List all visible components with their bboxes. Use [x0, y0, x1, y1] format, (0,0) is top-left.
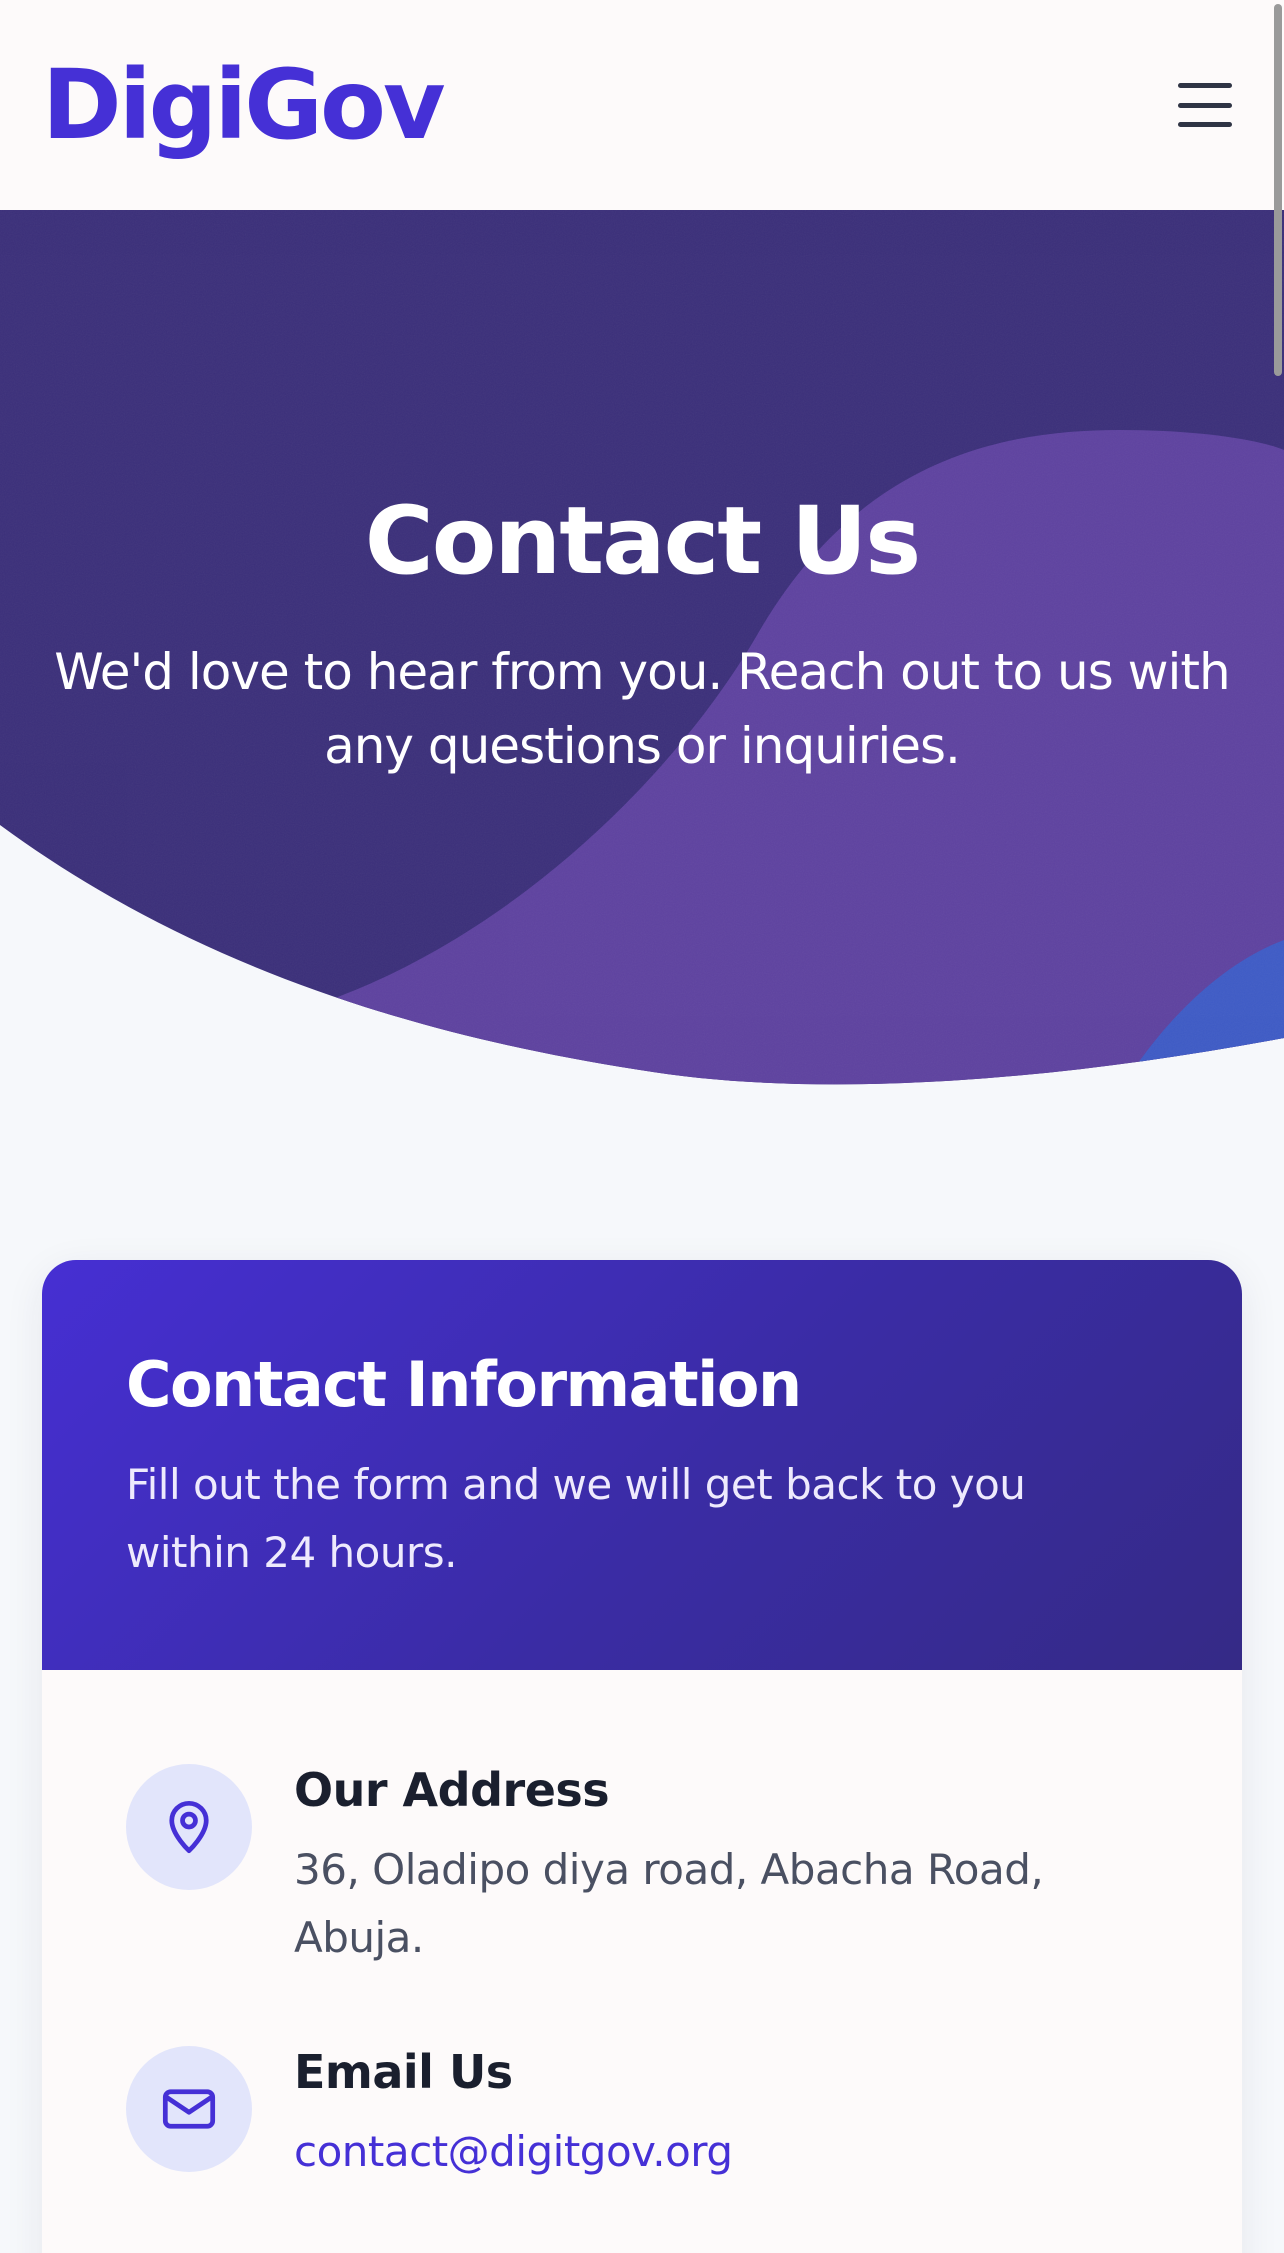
card-description: Fill out the form and we will get back t… [126, 1460, 1026, 1577]
card-header: Contact Information Fill out the form an… [42, 1260, 1242, 1670]
hero-content: Contact Us We'd love to hear from you. R… [0, 490, 1284, 783]
card-title: Contact Information [126, 1348, 802, 1421]
email-text: Email Us contact@digitgov.org [294, 2044, 1114, 2186]
email-item: Email Us contact@digitgov.org [126, 2044, 1158, 2186]
address-item: Our Address 36, Oladipo diya road, Abach… [126, 1762, 1158, 1972]
contact-page: DigiGov Contact Us We'd love to hear fro… [0, 0, 1284, 2253]
email-link[interactable]: contact@digitgov.org [294, 2127, 733, 2176]
map-pin-icon [126, 1764, 252, 1890]
logo[interactable]: DigiGov [42, 57, 446, 153]
contact-information-card: Contact Information Fill out the form an… [42, 1260, 1242, 2253]
address-value: 36, Oladipo diya road, Abacha Road, Abuj… [294, 1845, 1044, 1962]
site-header: DigiGov [0, 0, 1284, 210]
email-title: Email Us [294, 2045, 513, 2099]
address-text: Our Address 36, Oladipo diya road, Abach… [294, 1762, 1114, 1972]
hero-section: Contact Us We'd love to hear from you. R… [0, 210, 1284, 1110]
hamburger-menu-icon[interactable] [1178, 83, 1232, 127]
address-title: Our Address [294, 1763, 610, 1817]
email-value: contact@digitgov.org [294, 2118, 1114, 2186]
card-body: Our Address 36, Oladipo diya road, Abach… [42, 1670, 1242, 2186]
page-title: Contact Us [364, 487, 922, 596]
mail-icon [126, 2046, 252, 2172]
hero-subtitle: We'd love to hear from you. Reach out to… [54, 643, 1230, 776]
scrollbar-thumb[interactable] [1274, 4, 1282, 376]
scrollbar[interactable] [1270, 0, 1284, 2253]
